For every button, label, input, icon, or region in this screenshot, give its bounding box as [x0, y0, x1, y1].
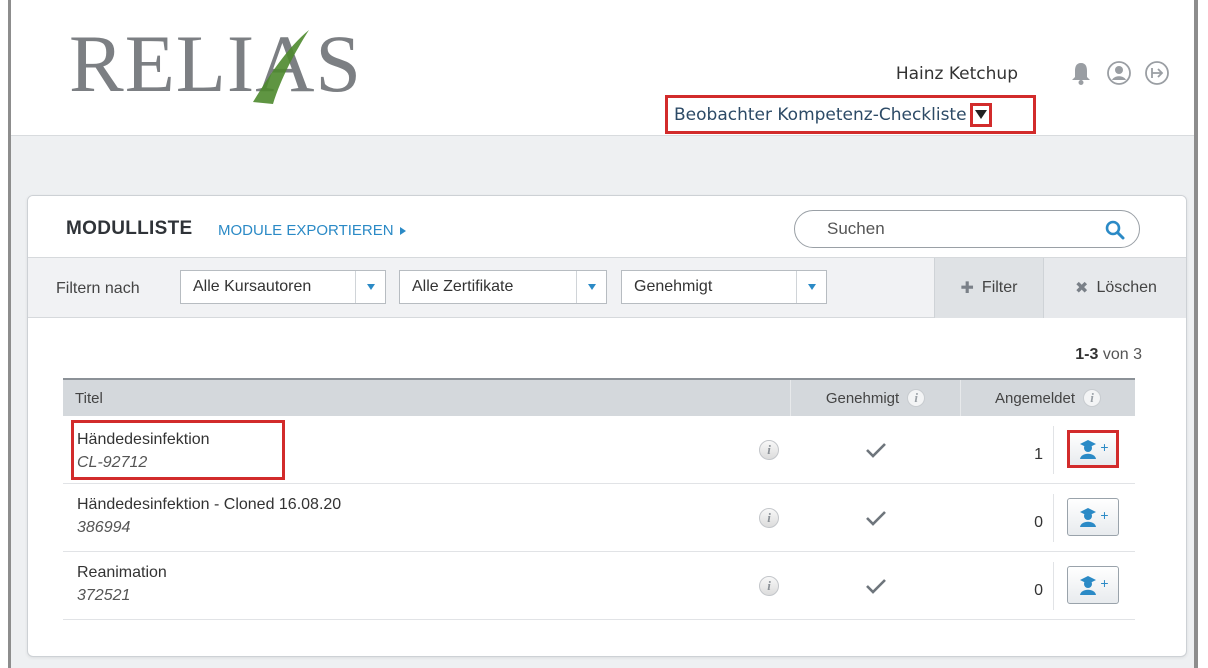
chevron-down-icon[interactable] — [969, 102, 992, 127]
table-row: Händedesinfektion CL-92712 i 1 + — [63, 416, 1135, 484]
table-row: Händedesinfektion - Cloned 16.08.20 3869… — [63, 484, 1135, 552]
certificate-filter-select[interactable]: Alle Zertifikate — [399, 270, 607, 304]
enroll-user-button[interactable]: + — [1067, 566, 1119, 604]
column-title[interactable]: Titel — [63, 380, 791, 416]
row-approved-cell — [791, 416, 961, 483]
row-registered-cell: 1 + — [961, 416, 1135, 483]
column-approved[interactable]: Genehmigt i — [791, 380, 961, 416]
status-filter-value: Genehmigt — [634, 278, 713, 295]
registered-count: 0 — [1034, 582, 1043, 599]
user-profile-icon[interactable] — [1106, 60, 1132, 86]
checkmark-icon — [866, 510, 886, 526]
info-icon[interactable]: i — [1083, 389, 1102, 407]
column-registered-label: Angemeldet — [994, 389, 1076, 407]
panel-header: MODULLISTE MODULE EXPORTIEREN — [28, 196, 1186, 258]
row-title-cell: Händedesinfektion - Cloned 16.08.20 3869… — [63, 484, 791, 551]
enroll-user-button[interactable]: + — [1067, 498, 1119, 536]
table-header: Titel Genehmigt i Angemeldet i — [63, 378, 1135, 416]
module-code: CL-92712 — [77, 453, 148, 471]
pagination-info: 1-3 von 3 — [1075, 346, 1142, 364]
filter-button-label: Filter — [981, 279, 1018, 296]
plus-icon: + — [1100, 507, 1109, 523]
plus-icon: ✚ — [960, 280, 974, 297]
app-frame: RELIAS Hainz Ketchup Beobachter Kompeten… — [8, 0, 1198, 668]
table-row: Reanimation 372521 i 0 + — [63, 552, 1135, 620]
header: RELIAS Hainz Ketchup Beobachter Kompeten… — [11, 0, 1194, 136]
clear-filter-button[interactable]: ✖ Löschen — [1043, 258, 1186, 318]
module-code: 386994 — [77, 518, 131, 536]
pager-range: 1-3 — [1075, 346, 1099, 363]
search-input[interactable] — [827, 219, 1087, 239]
module-name: Reanimation — [77, 563, 167, 581]
checkmark-icon — [866, 442, 886, 458]
chevron-down-icon[interactable] — [576, 271, 606, 303]
filter-label: Filtern nach — [56, 280, 140, 297]
certificate-filter-value: Alle Zertifikate — [412, 278, 514, 295]
page-title: MODULLISTE — [66, 218, 193, 239]
module-name: Händedesinfektion — [77, 430, 210, 448]
module-list-panel: MODULLISTE MODULE EXPORTIEREN Filtern na… — [27, 195, 1187, 657]
row-approved-cell — [791, 484, 961, 551]
module-code: 372521 — [77, 586, 131, 604]
divider — [1053, 426, 1054, 474]
chevron-down-icon[interactable] — [355, 271, 385, 303]
checkmark-icon — [866, 578, 886, 594]
info-icon[interactable]: i — [759, 576, 779, 596]
export-modules-link[interactable]: MODULE EXPORTIEREN — [218, 222, 406, 239]
divider — [1053, 562, 1054, 610]
author-filter-value: Alle Kursautoren — [193, 278, 312, 295]
row-approved-cell — [791, 552, 961, 619]
close-icon: ✖ — [1075, 280, 1089, 297]
column-approved-label: Genehmigt — [825, 389, 900, 407]
pager-total: von 3 — [1102, 346, 1142, 363]
registered-count: 0 — [1034, 514, 1043, 531]
role-select[interactable]: Beobachter Kompetenz-Checkliste — [665, 95, 1036, 134]
status-filter-select[interactable]: Genehmigt — [621, 270, 827, 304]
add-filter-button[interactable]: ✚ Filter — [934, 258, 1043, 318]
caret-right-icon — [399, 226, 406, 235]
module-table: Titel Genehmigt i Angemeldet i Händedesi… — [63, 378, 1135, 620]
divider — [1053, 494, 1054, 542]
column-title-label: Titel — [75, 389, 103, 407]
logo-text: RELIAS — [69, 18, 363, 109]
add-learner-icon — [1080, 508, 1097, 527]
row-title-cell: Händedesinfektion CL-92712 i — [63, 416, 791, 483]
chevron-down-icon[interactable] — [796, 271, 826, 303]
logout-icon[interactable] — [1144, 60, 1170, 86]
add-learner-icon — [1080, 576, 1097, 595]
info-icon[interactable]: i — [759, 440, 779, 460]
export-label: MODULE EXPORTIEREN — [218, 222, 394, 239]
search-box — [794, 210, 1140, 248]
info-icon[interactable]: i — [907, 389, 926, 407]
add-learner-icon — [1080, 440, 1097, 459]
plus-icon: + — [1100, 439, 1109, 455]
module-title-block[interactable]: Händedesinfektion - Cloned 16.08.20 3869… — [71, 488, 341, 548]
module-title-block[interactable]: Reanimation 372521 — [71, 556, 167, 616]
registered-count: 1 — [1034, 446, 1043, 463]
module-title-block[interactable]: Händedesinfektion CL-92712 — [71, 419, 285, 480]
enroll-user-button[interactable]: + — [1067, 430, 1119, 468]
row-registered-cell: 0 + — [961, 552, 1135, 619]
module-name: Händedesinfektion - Cloned 16.08.20 — [77, 495, 342, 513]
bell-icon[interactable] — [1068, 60, 1094, 86]
row-title-cell: Reanimation 372521 i — [63, 552, 791, 619]
info-icon[interactable]: i — [759, 508, 779, 528]
relias-logo[interactable]: RELIAS — [69, 18, 363, 109]
user-name: Hainz Ketchup — [895, 64, 1018, 84]
filter-bar: Filtern nach Alle Kursautoren Alle Zerti… — [28, 258, 1186, 318]
author-filter-select[interactable]: Alle Kursautoren — [180, 270, 386, 304]
row-registered-cell: 0 + — [961, 484, 1135, 551]
role-label: Beobachter Kompetenz-Checkliste — [674, 104, 967, 125]
column-registered[interactable]: Angemeldet i — [961, 380, 1135, 416]
search-icon[interactable] — [1105, 220, 1125, 240]
clear-button-label: Löschen — [1096, 279, 1157, 296]
plus-icon: + — [1100, 575, 1109, 591]
